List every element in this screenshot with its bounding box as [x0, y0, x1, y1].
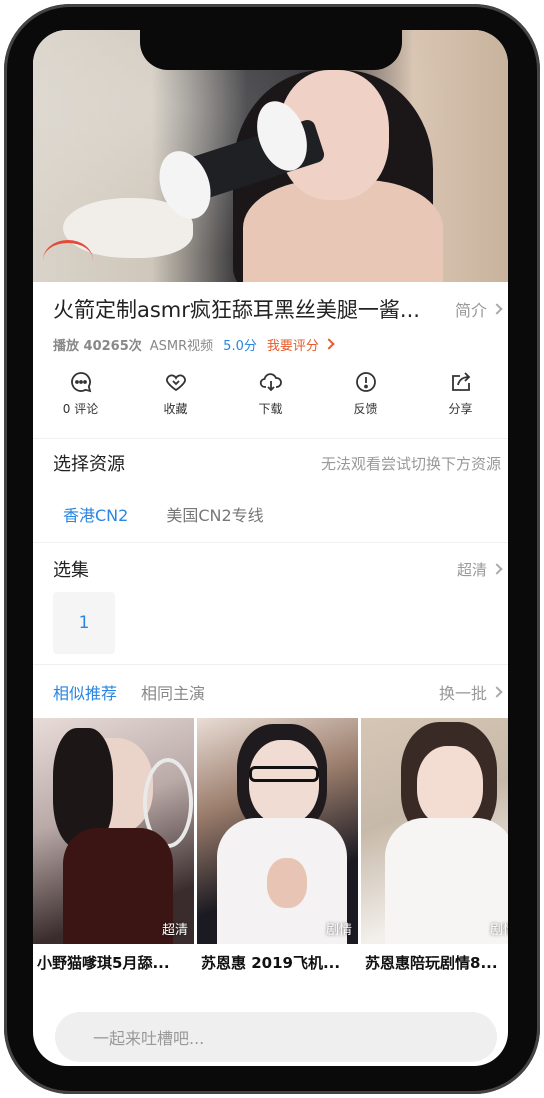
source-hk-cn2[interactable]: 香港CN2 — [53, 500, 138, 528]
video-thumbnail: 剧情 — [361, 718, 508, 944]
tab-similar[interactable]: 相似推荐 — [53, 680, 117, 704]
genre-badge: 剧情 — [489, 923, 508, 938]
app-screen: 火箭定制asmr疯狂舔耳黑丝美腿一酱... 简介 播放 40265次 ASMR视… — [33, 30, 508, 1066]
episode-1-button[interactable]: 1 — [53, 592, 115, 654]
divider — [33, 664, 508, 665]
action-bar: 0 评论 收藏 下载 反馈 分享 — [33, 370, 508, 426]
video-thumbnail: 超清 — [33, 718, 194, 944]
video-title: 火箭定制asmr疯狂舔耳黑丝美腿一酱... — [53, 298, 420, 322]
chevron-right-icon — [491, 303, 503, 315]
comment-icon — [70, 372, 91, 393]
feedback-button[interactable]: 反馈 — [326, 370, 406, 426]
video-thumbnail: 剧情 — [197, 718, 358, 944]
download-button[interactable]: 下载 — [231, 370, 311, 426]
category-label: ASMR视频 — [149, 338, 214, 354]
video-meta: 播放 40265次 ASMR视频 5.0分 我要评分 — [53, 333, 335, 355]
recommend-list: 超清 小野猫嗲琪5月舔... 剧情 苏恩惠 2019飞机... 剧情 苏恩惠陪 — [33, 718, 508, 980]
recommend-caption: 小野猫嗲琪5月舔... — [37, 954, 170, 972]
download-icon — [259, 373, 282, 392]
phone-notch — [140, 30, 402, 70]
share-icon — [451, 372, 470, 391]
chevron-right-icon — [323, 338, 335, 350]
recommend-caption: 苏恩惠陪玩剧情8... — [365, 954, 498, 972]
divider — [33, 542, 508, 543]
quality-selector[interactable]: 超清 — [456, 559, 503, 580]
score-label: 5.0分 — [223, 338, 257, 354]
refresh-button[interactable]: 换一批 — [438, 680, 503, 704]
feedback-icon — [355, 372, 376, 392]
recommend-card[interactable]: 超清 小野猫嗲琪5月舔... — [33, 718, 194, 980]
recommend-caption: 苏恩惠 2019飞机... — [201, 954, 341, 972]
comment-input[interactable]: 一起来吐槽吧... — [55, 1012, 497, 1062]
refresh-label: 换一批 — [438, 684, 487, 703]
source-list: 香港CN2 美国CN2专线 — [53, 500, 274, 528]
comment-button[interactable]: 0 评论 — [41, 370, 121, 426]
video-title-row: 火箭定制asmr疯狂舔耳黑丝美腿一酱... 简介 — [53, 292, 503, 326]
recommend-tabs: 相似推荐 相同主演 换一批 — [53, 680, 503, 704]
source-hint: 无法观看尝试切换下方资源 — [320, 454, 501, 473]
source-section-title: 选择资源 — [53, 454, 125, 475]
quality-label: 超清 — [456, 560, 487, 579]
episode-section-title: 选集 — [53, 560, 89, 581]
share-button[interactable]: 分享 — [421, 370, 501, 426]
divider — [33, 438, 508, 439]
tab-same-actor[interactable]: 相同主演 — [141, 680, 205, 704]
intro-button[interactable]: 简介 — [454, 297, 503, 321]
genre-badge: 剧情 — [325, 923, 352, 938]
source-us-cn2[interactable]: 美国CN2专线 — [156, 500, 273, 528]
chevron-right-icon — [491, 686, 503, 698]
chevron-right-icon — [491, 563, 503, 575]
episode-section-header: 选集 超清 — [53, 556, 503, 582]
recommend-card[interactable]: 剧情 苏恩惠 2019飞机... — [197, 718, 358, 980]
rate-button[interactable]: 我要评分 — [266, 335, 335, 354]
quality-badge: 超清 — [161, 923, 188, 938]
play-count: 播放 40265次 — [53, 338, 142, 354]
favorite-button[interactable]: 收藏 — [136, 370, 216, 426]
source-section-header: 选择资源 无法观看尝试切换下方资源 — [53, 450, 501, 476]
favorite-icon — [165, 374, 186, 392]
recommend-card[interactable]: 剧情 苏恩惠陪玩剧情8... — [361, 718, 508, 980]
rate-label: 我要评分 — [266, 338, 319, 354]
intro-label: 简介 — [454, 301, 487, 320]
